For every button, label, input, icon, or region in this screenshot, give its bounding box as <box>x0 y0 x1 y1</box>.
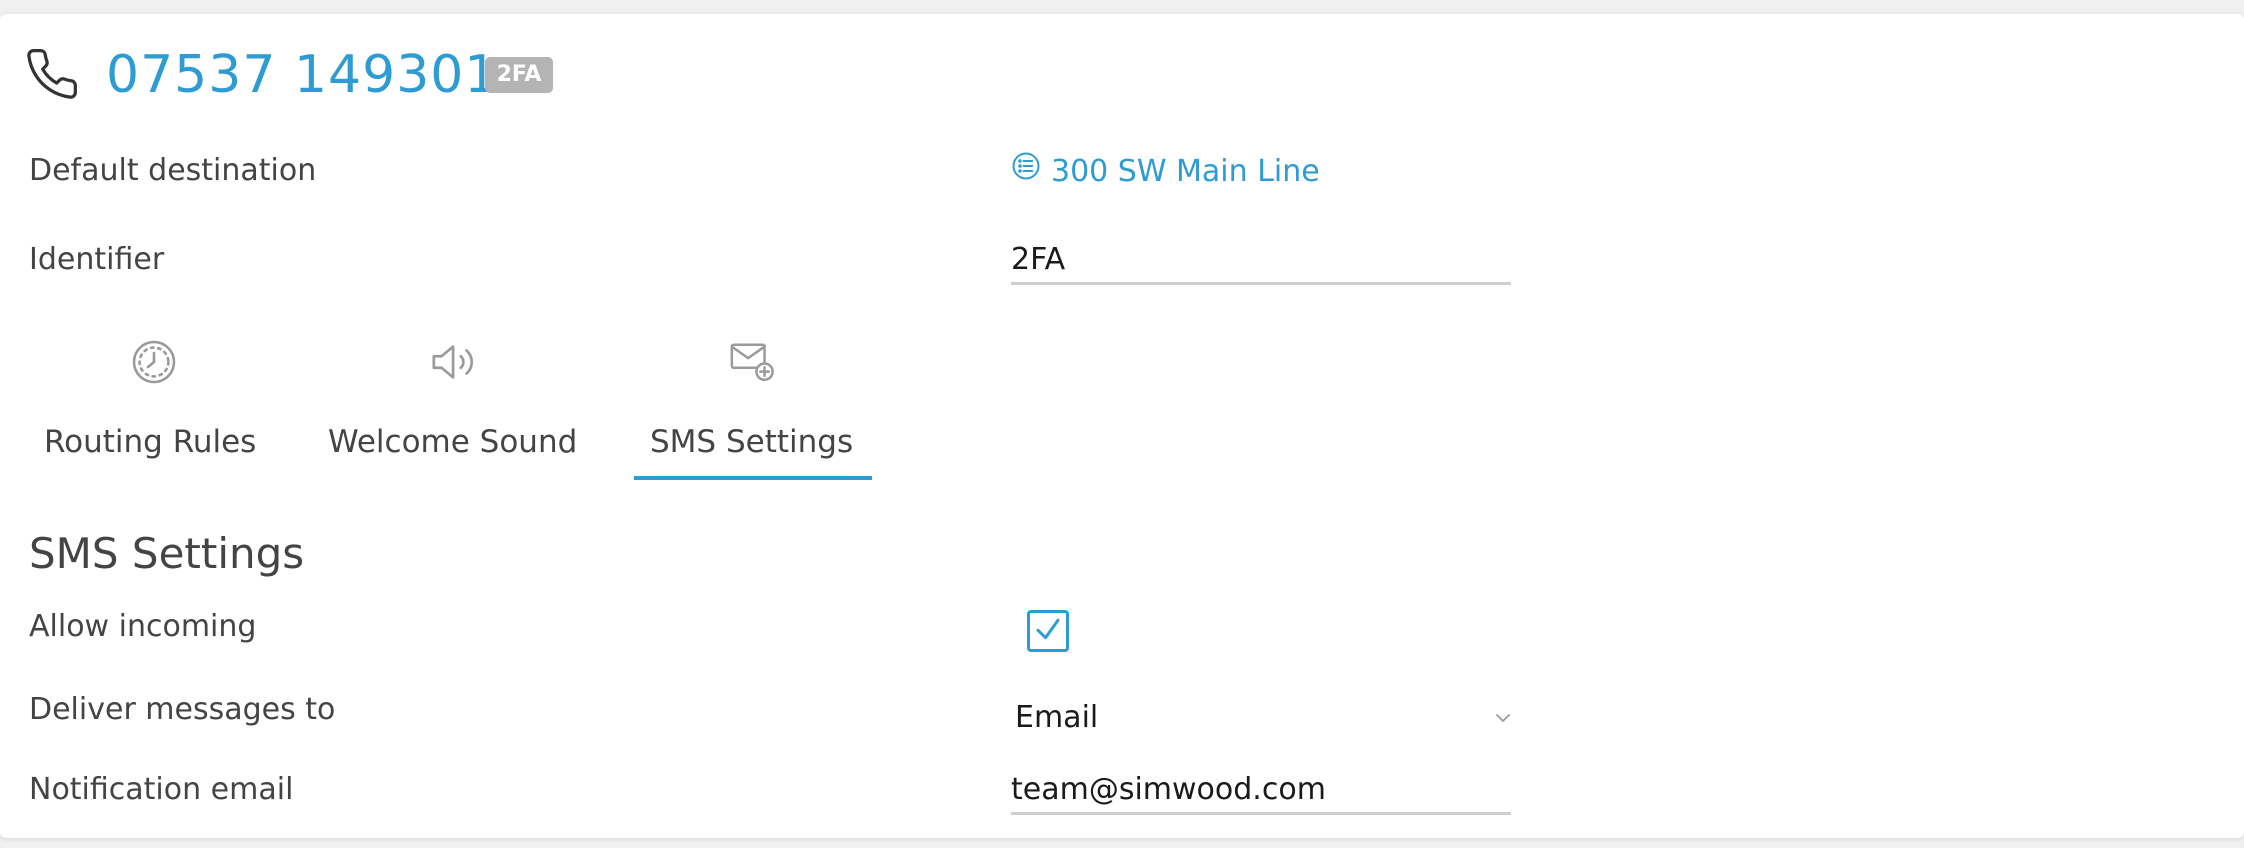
checkmark-icon <box>1033 614 1063 648</box>
phone-icon <box>24 46 80 102</box>
deliver-messages-label: Deliver messages to <box>29 692 336 727</box>
active-tab-indicator <box>634 476 872 480</box>
tab-sms-settings[interactable]: SMS Settings <box>650 422 853 462</box>
identifier-input[interactable]: 2FA <box>1011 238 1511 285</box>
default-destination-link[interactable]: 300 SW Main Line <box>1011 151 1320 192</box>
identifier-badge: 2FA <box>485 57 553 93</box>
speaker-icon <box>430 340 480 384</box>
tab-welcome-sound[interactable]: Welcome Sound <box>328 422 577 462</box>
tab-routing-rules[interactable]: Routing Rules <box>44 422 256 462</box>
section-title: SMS Settings <box>29 529 305 578</box>
allow-incoming-checkbox[interactable] <box>1027 610 1069 652</box>
list-icon <box>1011 151 1051 192</box>
deliver-messages-value: Email <box>1015 700 1099 735</box>
notification-email-input[interactable]: team@simwood.com <box>1011 768 1511 815</box>
clock-icon <box>130 338 178 386</box>
phone-number-title: 07537 149301 <box>106 45 499 105</box>
chevron-down-icon <box>1491 696 1515 753</box>
default-destination-label: Default destination <box>29 153 317 188</box>
identifier-label: Identifier <box>29 242 165 277</box>
deliver-messages-select[interactable]: Email <box>1015 696 1515 740</box>
allow-incoming-label: Allow incoming <box>29 609 257 644</box>
mail-add-icon <box>728 340 778 384</box>
notification-email-label: Notification email <box>29 772 294 807</box>
default-destination-value: 300 SW Main Line <box>1051 153 1320 189</box>
